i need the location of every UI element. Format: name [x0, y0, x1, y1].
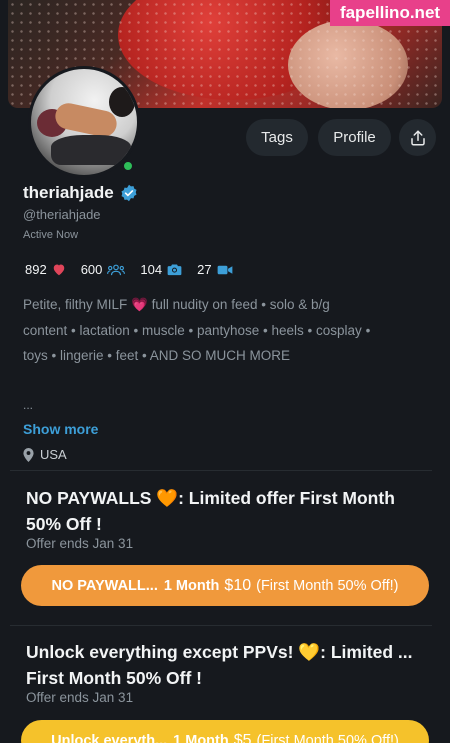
offer-expiry: Offer ends Jan 31 — [26, 536, 134, 551]
camera-icon — [167, 264, 182, 276]
cta-price: $5 — [233, 731, 252, 743]
active-status: Active Now — [23, 229, 79, 241]
cta-bundle-name: Unlock everyth... — [51, 732, 168, 743]
offer-title-part: NO PAYWALLS — [26, 488, 152, 508]
profile-name-row: theriahjade — [23, 183, 138, 203]
verified-badge-icon — [121, 184, 137, 202]
orange-heart-emoji: 🧡 — [156, 488, 179, 508]
cta-duration: 1 Month — [173, 732, 229, 743]
cta-discount-note: (First Month 50% Off!) — [256, 577, 399, 594]
online-status-dot — [122, 160, 134, 172]
cta-discount-note: (First Month 50% Off!) — [256, 732, 399, 743]
bio-line: Petite, filthy MILF 💗 full nudity on fee… — [23, 292, 433, 318]
offer-title-line: Unlock everything except PPVs! 💛: Limite… — [26, 639, 436, 665]
heart-icon — [53, 264, 64, 276]
likes-count: 892 — [25, 262, 47, 277]
cta-price: $10 — [224, 576, 252, 594]
tags-button[interactable]: Tags — [246, 119, 308, 156]
photos-count: 104 — [140, 262, 163, 277]
show-more-link[interactable]: Show more — [23, 421, 98, 437]
share-icon — [410, 130, 425, 145]
avatar-shape — [51, 135, 131, 165]
offer-title-part: : Limited offer First Month — [178, 488, 395, 508]
offer-title-part: : Limited ... — [320, 642, 413, 662]
location-text: USA — [40, 447, 67, 462]
section-divider — [10, 625, 432, 626]
offer-title: NO PAYWALLS 🧡: Limited offer First Month… — [26, 485, 436, 537]
bio-text-part: full nudity on feed • solo & b/g — [151, 297, 330, 312]
fans-count: 600 — [80, 262, 103, 277]
photos-stat: 104 — [140, 262, 182, 277]
share-button[interactable] — [399, 119, 436, 156]
subscribe-no-paywalls-button[interactable]: NO PAYWALL... 1 Month $10 (First Month 5… — [21, 565, 429, 606]
offer-title: Unlock everything except PPVs! 💛: Limite… — [26, 639, 436, 691]
bio-line: toys • lingerie • feet • AND SO MUCH MOR… — [23, 348, 290, 363]
videos-count: 27 — [197, 262, 212, 277]
location-pin-icon — [23, 447, 34, 462]
subscribe-unlock-everything-button[interactable]: Unlock everyth... 1 Month $5 (First Mont… — [21, 720, 429, 743]
offer-title-part: Unlock everything except PPVs! — [26, 642, 294, 662]
bio-text: Petite, filthy MILF 💗 full nudity on fee… — [23, 292, 433, 369]
profile-name: theriahjade — [23, 183, 114, 202]
cta-duration: 1 Month — [163, 577, 220, 594]
profile-button[interactable]: Profile — [318, 119, 391, 156]
profile-handle: @theriahjade — [23, 207, 101, 222]
yellow-heart-emoji: 💛 — [298, 642, 321, 662]
avatar-shape — [109, 87, 135, 117]
offer-title-line: NO PAYWALLS 🧡: Limited offer First Month — [26, 485, 436, 511]
offer-title-line: 50% Off ! — [26, 514, 102, 534]
videos-stat: 27 — [197, 262, 232, 277]
bio-line: content • lactation • muscle • pantyhose… — [23, 322, 371, 338]
offer-title-line: First Month 50% Off ! — [26, 668, 202, 688]
cta-bundle-name: NO PAYWALL... — [51, 577, 158, 594]
fans-icon — [107, 264, 126, 275]
section-divider — [10, 470, 432, 471]
offer-expiry: Offer ends Jan 31 — [26, 690, 134, 705]
watermark: fapellino.net — [330, 0, 450, 26]
video-icon — [217, 265, 232, 274]
likes-stat: 892 — [25, 262, 66, 277]
bio-text-part: Petite, filthy MILF — [23, 297, 128, 312]
location: USA — [23, 447, 67, 462]
fans-stat: 600 — [81, 262, 126, 277]
sparkling-heart-emoji: 💗 — [131, 297, 148, 312]
bio-ellipsis: ... — [23, 398, 34, 412]
profile-stats: 892 600 104 27 — [25, 262, 248, 277]
